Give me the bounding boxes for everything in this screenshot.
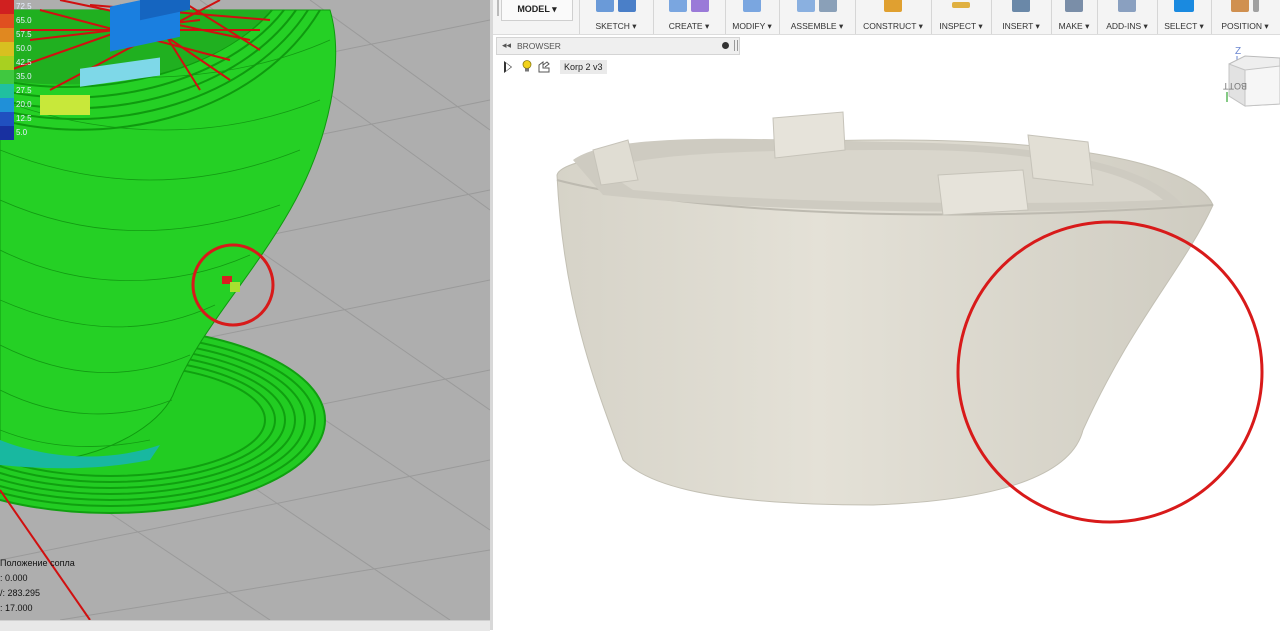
nozzle-z: : 17.000: [0, 603, 33, 613]
component-icon: [538, 61, 550, 73]
toolbar-label: INSPECT ▾: [939, 21, 983, 31]
toolbar-assemble[interactable]: ASSEMBLE ▾: [781, 0, 853, 34]
box-icon: [691, 0, 709, 12]
expand-triangle-icon[interactable]: [504, 61, 512, 73]
modify-icon: [743, 0, 761, 12]
toolbar-label: SKETCH ▾: [595, 21, 637, 31]
nozzle-position-readout: Положение сопла : 0.000 /: 283.295 : 17.…: [0, 556, 75, 616]
line-icon: [618, 0, 636, 12]
toolbar-insert[interactable]: INSERT ▾: [993, 0, 1049, 34]
toolbar-label: MAKE ▾: [1058, 21, 1090, 31]
toolbar-modify[interactable]: MODIFY ▾: [727, 0, 777, 34]
toolbar-addins[interactable]: ADD-INS ▾: [1099, 0, 1155, 34]
toolbar-label: MODIFY ▾: [732, 21, 772, 31]
nozzle-title: Положение сопла: [0, 558, 75, 568]
visibility-bulb-icon[interactable]: [522, 60, 532, 72]
print-icon: [1065, 0, 1083, 12]
joint-icon: [797, 0, 815, 12]
toolbar-label: SELECT ▾: [1164, 21, 1204, 31]
workspace-switcher[interactable]: MODEL ▾: [501, 0, 573, 21]
measure-icon: [952, 2, 970, 8]
nozzle-y: /: 283.295: [0, 588, 41, 598]
panel-grip-icon[interactable]: [734, 40, 738, 51]
revert-icon: [1253, 0, 1259, 12]
collapse-arrows-icon[interactable]: ◂◂: [502, 40, 511, 51]
select-cursor-icon: [1174, 0, 1194, 12]
korp-model[interactable]: [556, 111, 1214, 506]
sketch-icon: [596, 0, 614, 12]
viewcube-axis-label: Z: [1235, 46, 1241, 57]
toolbar-label: POSITION ▾: [1221, 21, 1269, 31]
layer-height-legend: 72.5 65.0 57.5 50.0 42.5 35.0 27.5 20.0 …: [0, 0, 40, 140]
viewcube-face-label: BOTTOM: [1223, 81, 1247, 91]
cad-viewport[interactable]: [493, 0, 1280, 630]
slicer-3d-view[interactable]: [0, 0, 490, 620]
fusion-window: MODEL ▾ SKETCH ▾ CREATE ▾ MODIFY ▾ ASSEM…: [493, 0, 1280, 630]
viewcube-icon[interactable]: Z BOTTOM: [1209, 44, 1280, 114]
toolbar-label: CONSTRUCT ▾: [863, 21, 923, 31]
toolbar-label: CREATE ▾: [668, 21, 710, 31]
extrude-icon: [669, 0, 687, 12]
toolbar-inspect[interactable]: INSPECT ▾: [933, 0, 989, 34]
scripts-icon: [1118, 0, 1136, 12]
toolbar-make[interactable]: MAKE ▾: [1053, 0, 1095, 34]
toolbar-label: ASSEMBLE ▾: [790, 21, 844, 31]
main-toolbar: MODEL ▾ SKETCH ▾ CREATE ▾ MODIFY ▾ ASSEM…: [493, 0, 1280, 35]
slicer-status-bar: [0, 620, 490, 631]
nozzle-x: : 0.000: [0, 573, 28, 583]
toolbar-select[interactable]: SELECT ▾: [1159, 0, 1209, 34]
toolbar-sketch[interactable]: SKETCH ▾: [581, 0, 651, 34]
plane-icon: [884, 0, 902, 12]
toolbar-label: INSERT ▾: [1002, 21, 1040, 31]
toolbar-construct[interactable]: CONSTRUCT ▾: [857, 0, 929, 34]
toolbar-position[interactable]: POSITION ▾: [1213, 0, 1277, 34]
component-name[interactable]: Korp 2 v3: [560, 60, 607, 74]
browser-panel-header[interactable]: ◂◂ BROWSER: [496, 37, 740, 55]
pin-icon[interactable]: [722, 42, 729, 49]
rigid-icon: [819, 0, 837, 12]
insert-image-icon: [1012, 0, 1030, 12]
slicer-preview-viewport[interactable]: 72.5 65.0 57.5 50.0 42.5 35.0 27.5 20.0 …: [0, 0, 490, 620]
toolbar-label: ADD-INS ▾: [1106, 21, 1148, 31]
browser-title: BROWSER: [517, 41, 561, 51]
toolbar-create[interactable]: CREATE ▾: [655, 0, 723, 34]
capture-position-icon: [1231, 0, 1249, 12]
